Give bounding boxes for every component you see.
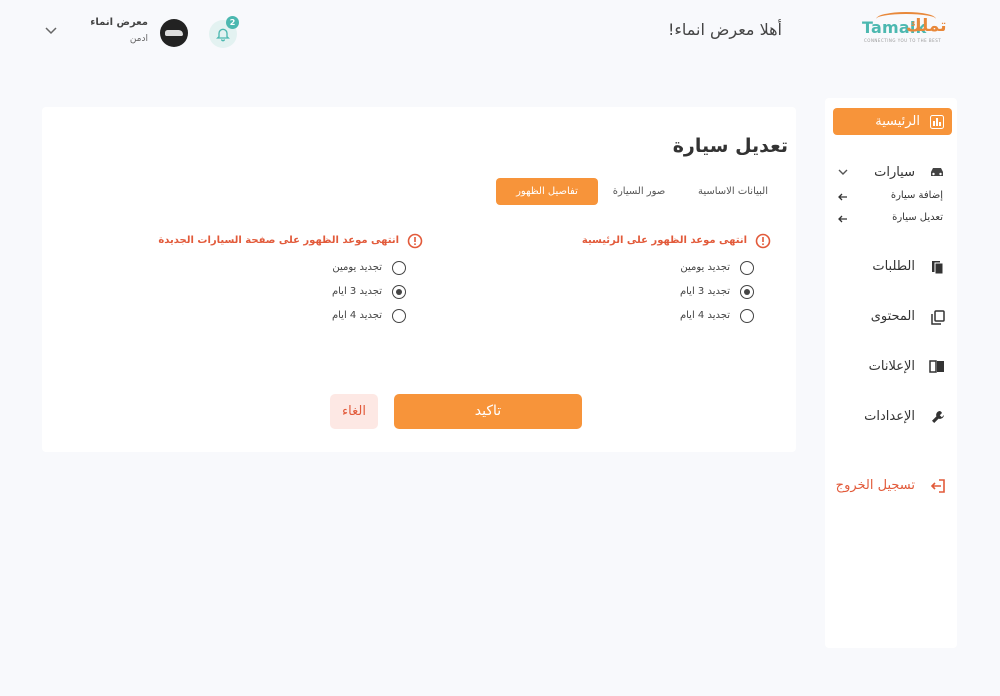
radio-button[interactable] [740,285,754,299]
sidebar-item-label: المحتوى [870,309,915,324]
logout-icon [930,479,945,493]
radio-label: تجديد 3 ايام [331,286,382,297]
radio-label: تجديد يومين [332,262,382,273]
tab-basic-data[interactable]: البيانات الاساسية [686,178,780,205]
sidebar-item-label: الإعدادات [864,409,915,424]
section-heading-label: انتهى موعد الظهور على الرئيسية [581,235,747,246]
new-cars-option-3-days[interactable]: تجديد 3 ايام [292,283,406,301]
radio-button[interactable] [392,285,406,299]
arrow-left-icon [838,193,847,201]
home-expiry-heading: انتهى موعد الظهور على الرئيسية [562,233,771,251]
radio-button[interactable] [392,309,406,323]
home-option-4-days[interactable]: تجديد 4 ايام [642,307,754,325]
sidebar-item-ads[interactable]: الإعلانات [825,355,957,379]
avatar-car-image [165,30,183,36]
sidebar-item-settings[interactable]: الإعدادات [825,405,957,429]
car-icon [931,168,943,176]
chevron-down-icon [838,169,848,175]
tab-car-photos[interactable]: صور السيارة [604,178,674,205]
sidebar-item-label: الرئيسية [875,114,920,129]
new-cars-expiry-heading: انتهى موعد الظهور على صفحة السيارات الجد… [158,233,423,251]
bell-icon [216,28,230,42]
radio-label: تجديد 4 ايام [679,310,730,321]
home-option-3-days[interactable]: تجديد 3 ايام [642,283,754,301]
avatar[interactable] [160,19,188,47]
sidebar-item-label: الإعلانات [868,359,915,374]
radio-label: تجديد 3 ايام [679,286,730,297]
new-cars-option-4-days[interactable]: تجديد 4 ايام [292,307,406,325]
section-heading-label: انتهى موعد الظهور على صفحة السيارات الجد… [158,235,399,246]
alert-circle-icon [407,233,423,249]
header-greeting: أهلا معرض انماء! [667,20,782,39]
sidebar: الرئيسية سيارات إضافة سيارة تعديل سيارة … [825,98,957,648]
sidebar-item-label: سيارات [874,165,915,180]
sidebar-item-requests[interactable]: الطلبات [825,255,957,279]
user-role: ادمن [129,34,148,44]
page-title: تعديل سيارة [672,135,788,157]
copy-icon [931,310,945,325]
wrench-icon [932,411,944,423]
radio-button[interactable] [740,261,754,275]
sidebar-subitem-label: إضافة سيارة [890,190,943,201]
new-cars-option-2-days[interactable]: تجديد يومين [292,259,406,277]
radio-button[interactable] [392,261,406,275]
radio-button[interactable] [740,309,754,323]
cancel-button[interactable]: الغاء [330,394,378,429]
sidebar-item-cars[interactable]: سيارات [825,161,957,185]
user-name: معرض انماء [90,17,148,28]
sidebar-item-label: تسجيل الخروج [835,478,915,493]
radio-label: تجديد يومين [680,262,730,273]
radio-label: تجديد 4 ايام [331,310,382,321]
logo-tagline: CONNECTING YOU TO THE BEST [864,38,942,43]
alert-circle-icon [755,233,771,249]
confirm-button[interactable]: تاكيد [394,394,582,429]
sidebar-item-content[interactable]: المحتوى [825,305,957,329]
notification-count-badge: 2 [226,16,239,29]
edit-car-card: تعديل سيارة البيانات الاساسية صور السيار… [42,107,796,452]
book-icon [929,360,944,373]
sidebar-item-logout[interactable]: تسجيل الخروج [825,474,957,498]
sidebar-item-label: الطلبات [872,259,915,274]
sidebar-subitem-label: تعديل سيارة [892,212,943,223]
chart-icon [930,115,944,129]
tab-display-details[interactable]: تفاصيل الظهور [496,178,598,205]
sidebar-item-home[interactable]: الرئيسية [833,108,952,135]
logo-arabic-text: تملك [906,16,947,36]
brand-logo[interactable]: Tamalk تملك CONNECTING YOU TO THE BEST [862,12,952,46]
home-option-2-days[interactable]: تجديد يومين [642,259,754,277]
sidebar-subitem-add-car[interactable]: إضافة سيارة [825,188,957,206]
documents-icon [932,261,944,275]
sidebar-subitem-edit-car[interactable]: تعديل سيارة [825,210,957,228]
chevron-down-icon[interactable] [44,26,58,36]
arrow-left-icon [838,215,847,223]
